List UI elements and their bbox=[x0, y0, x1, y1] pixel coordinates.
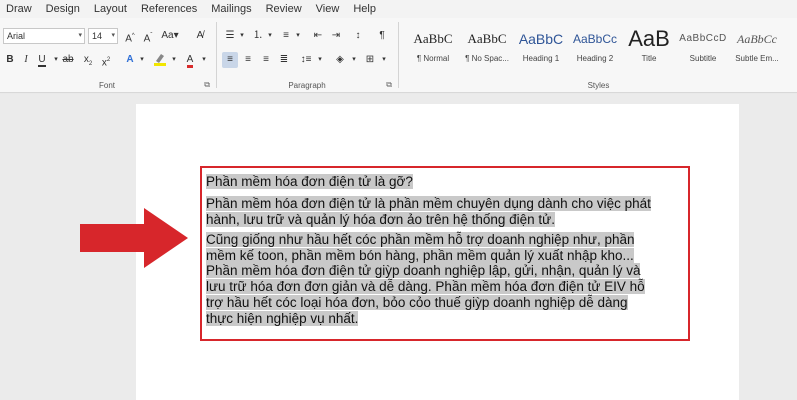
chevron-down-icon[interactable]: ▾ bbox=[290, 28, 306, 44]
style-subtitle[interactable]: AaBbCcD Subtitle bbox=[676, 24, 730, 78]
style-sample: AaB bbox=[628, 26, 670, 51]
document-line[interactable]: Cũng giống như hầu hết cóc phần mềm hỗ t… bbox=[206, 232, 635, 247]
chevron-down-icon[interactable]: ▾ bbox=[312, 52, 328, 68]
italic-icon[interactable]: I bbox=[18, 52, 34, 68]
tab-mailings[interactable]: Mailings bbox=[204, 3, 258, 15]
font-group-label: Font bbox=[98, 81, 115, 90]
styles-group: AaBbC ¶ Normal AaBbC ¶ No Spac... AaBbC … bbox=[400, 18, 797, 93]
font-size-box[interactable]: 14 ▾ bbox=[88, 28, 118, 44]
separator bbox=[398, 22, 399, 88]
selected-text: trợ hầu hết cóc loại hóa đơn, bỏo cỏo th… bbox=[206, 295, 628, 310]
grow-font-icon[interactable]: A^ bbox=[122, 28, 138, 44]
decrease-indent-icon[interactable]: ⇤ bbox=[310, 28, 326, 44]
chevron-down-icon[interactable]: ▾ bbox=[234, 28, 250, 44]
dialog-launcher-icon[interactable]: ⧉ bbox=[386, 80, 392, 90]
style-name: Subtle Em... bbox=[735, 54, 779, 63]
document-line[interactable]: hành, lưu trữ và quản lý hóa đơn ảo trên… bbox=[206, 212, 555, 227]
shrink-font-icon[interactable]: Aˇ bbox=[140, 28, 156, 44]
align-left-icon[interactable]: ≡ bbox=[222, 52, 238, 68]
style-sample: AaBbCcD bbox=[679, 33, 727, 44]
selected-text: Phần mềm hóa đơn điện tử là phần mềm chu… bbox=[206, 196, 651, 211]
style-sample: AaBbCc bbox=[737, 32, 777, 46]
separator bbox=[216, 22, 217, 88]
chevron-down-icon[interactable]: ▾ bbox=[262, 28, 278, 44]
tab-design[interactable]: Design bbox=[39, 3, 87, 15]
sort-icon[interactable]: ↕ bbox=[350, 28, 366, 44]
selected-text: Phần mềm hóa đơn điện tử là gỡ? bbox=[206, 174, 413, 189]
style-normal[interactable]: AaBbC ¶ Normal bbox=[406, 24, 460, 78]
align-center-icon[interactable]: ≡ bbox=[240, 52, 256, 68]
chevron-down-icon[interactable]: ▾ bbox=[134, 52, 150, 68]
style-subtle-emphasis[interactable]: AaBbCc Subtle Em... bbox=[730, 24, 784, 78]
document-line[interactable]: thực hiện nghiệp vụ nhất. bbox=[206, 311, 359, 326]
chevron-down-icon[interactable]: ▾ bbox=[78, 29, 82, 43]
style-name: Subtitle bbox=[689, 54, 717, 63]
increase-indent-icon[interactable]: ⇥ bbox=[328, 28, 344, 44]
selected-text: hành, lưu trữ và quản lý hóa đơn ảo trên… bbox=[206, 212, 555, 227]
style-sample: AaBbCc bbox=[572, 32, 618, 46]
chevron-down-icon[interactable]: ▾ bbox=[346, 52, 362, 68]
document-line[interactable]: Phần mềm hóa đơn điện tử giỳp doanh nghi… bbox=[206, 263, 641, 278]
tab-view[interactable]: View bbox=[309, 3, 347, 15]
superscript-icon[interactable]: x2 bbox=[98, 52, 114, 68]
tab-draw[interactable]: Draw bbox=[0, 3, 39, 15]
selected-text: mềm kế toon, phần mềm bón hàng, phần mềm… bbox=[206, 248, 634, 263]
annotation-arrow-icon bbox=[80, 208, 188, 268]
ribbon: Arial ▾ 14 ▾ A^ Aˇ Aa▾ A̸ B I U ▾ ab x2 … bbox=[0, 18, 797, 93]
change-case-icon[interactable]: Aa▾ bbox=[160, 28, 180, 44]
document-line[interactable]: trợ hầu hết cóc loại hóa đơn, bỏo cỏo th… bbox=[206, 295, 628, 310]
chevron-down-icon[interactable]: ▾ bbox=[376, 52, 392, 68]
style-name: ¶ No Spac... bbox=[465, 54, 509, 63]
justify-icon[interactable]: ≣ bbox=[276, 52, 292, 68]
ribbon-tab-bar: Draw Design Layout References Mailings R… bbox=[0, 0, 797, 18]
style-name: ¶ Normal bbox=[416, 54, 450, 63]
pilcrow-icon[interactable]: ¶ bbox=[374, 28, 390, 44]
dialog-launcher-icon[interactable]: ⧉ bbox=[204, 80, 210, 90]
bold-icon[interactable]: B bbox=[2, 52, 18, 68]
font-name-value: Arial bbox=[7, 31, 26, 41]
style-title[interactable]: AaB Title bbox=[622, 24, 676, 78]
chevron-down-icon[interactable]: ▾ bbox=[196, 52, 212, 68]
style-sample: AaBbC bbox=[467, 31, 507, 46]
align-right-icon[interactable]: ≡ bbox=[258, 52, 274, 68]
paragraph-group-label: Paragraph bbox=[288, 81, 326, 90]
document-line[interactable]: mềm kế toon, phần mềm bón hàng, phần mềm… bbox=[206, 248, 634, 263]
tab-review[interactable]: Review bbox=[259, 3, 309, 15]
strikethrough-icon[interactable]: ab bbox=[60, 52, 76, 68]
tab-layout[interactable]: Layout bbox=[87, 3, 134, 15]
style-name: Heading 2 bbox=[576, 54, 614, 63]
document-line[interactable]: Phần mềm hóa đơn điện tử là phần mềm chu… bbox=[206, 196, 651, 211]
selected-text: lưu trữ hóa đơn đơn giản và dễ dàng. Phầ… bbox=[206, 279, 645, 294]
style-name: Title bbox=[641, 54, 657, 63]
style-name: Heading 1 bbox=[522, 54, 560, 63]
font-name-box[interactable]: Arial ▾ bbox=[3, 28, 85, 44]
style-heading-1[interactable]: AaBbC Heading 1 bbox=[514, 24, 568, 78]
document-line[interactable]: Phần mềm hóa đơn điện tử là gỡ? bbox=[206, 174, 413, 189]
selected-text: Phần mềm hóa đơn điện tử giỳp doanh nghi… bbox=[206, 263, 641, 278]
chevron-down-icon[interactable]: ▾ bbox=[111, 29, 115, 43]
styles-group-label: Styles bbox=[587, 81, 610, 90]
tab-help[interactable]: Help bbox=[346, 3, 383, 15]
subscript-icon[interactable]: x2 bbox=[80, 52, 96, 68]
selected-text: Cũng giống như hầu hết cóc phần mềm hỗ t… bbox=[206, 232, 635, 247]
style-heading-2[interactable]: AaBbCc Heading 2 bbox=[568, 24, 622, 78]
tab-references[interactable]: References bbox=[134, 3, 204, 15]
document-line[interactable]: lưu trữ hóa đơn đơn giản và dễ dàng. Phầ… bbox=[206, 279, 645, 294]
style-sample: AaBbC bbox=[518, 31, 564, 47]
clear-formatting-icon[interactable]: A̸ bbox=[192, 28, 208, 44]
chevron-down-icon[interactable]: ▾ bbox=[166, 52, 182, 68]
paragraph-group: ☰ ▾ ⒈ ▾ ≡ ▾ ⇤ ⇥ ↕ ¶ ≡ ≡ ≡ ≣ ↕≡ ▾ ◈ ▾ ⊞ ▾… bbox=[218, 18, 396, 93]
selected-text: thực hiện nghiệp vụ nhất. bbox=[206, 311, 359, 326]
font-size-value: 14 bbox=[92, 31, 103, 41]
style-sample: AaBbC bbox=[413, 31, 453, 46]
font-group: Arial ▾ 14 ▾ A^ Aˇ Aa▾ A̸ B I U ▾ ab x2 … bbox=[0, 18, 214, 93]
style-no-spacing[interactable]: AaBbC ¶ No Spac... bbox=[460, 24, 514, 78]
